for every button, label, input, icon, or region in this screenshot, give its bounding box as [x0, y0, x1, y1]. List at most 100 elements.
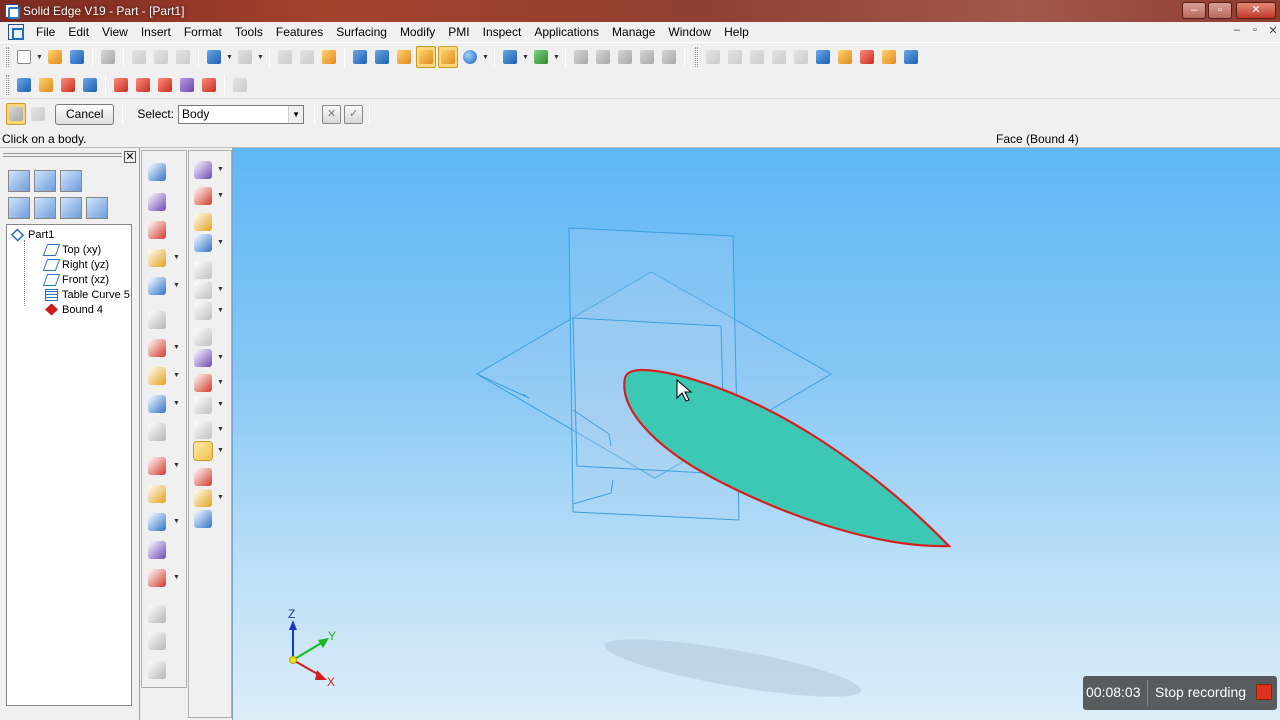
assembly-tool-2-button[interactable] — [725, 46, 745, 68]
family-of-parts-tab-icon[interactable] — [8, 197, 30, 219]
smart-select-button[interactable] — [319, 46, 339, 68]
stop-square-icon[interactable] — [1256, 684, 1272, 700]
surf-tool-4-button[interactable] — [80, 74, 100, 96]
feature-pathfinder-tab-icon[interactable] — [8, 170, 30, 192]
feature-tool-button[interactable] — [148, 569, 166, 587]
display-dropdown-icon[interactable]: ▼ — [522, 54, 530, 61]
tool-dropdown-icon[interactable]: ▼ — [173, 372, 180, 379]
surfacing-tool-button[interactable] — [194, 349, 212, 367]
feature-library-tab-icon[interactable] — [60, 170, 82, 192]
zoom-area-button[interactable] — [571, 46, 591, 68]
assembly-tool-1-button[interactable] — [703, 46, 723, 68]
redo-button[interactable] — [235, 46, 255, 68]
surf-tool-10-button[interactable] — [230, 74, 250, 96]
assembly-tool-5-button[interactable] — [791, 46, 811, 68]
view-iso-button[interactable] — [372, 46, 392, 68]
view-top-button[interactable] — [350, 46, 370, 68]
pmi-tool-3-button[interactable] — [857, 46, 877, 68]
surf-tool-8-button[interactable] — [177, 74, 197, 96]
surfacing-tool-button[interactable] — [194, 396, 212, 414]
menu-inspect[interactable]: Inspect — [477, 22, 529, 42]
menu-applications[interactable]: Applications — [528, 22, 606, 42]
surfacing-tool-button[interactable] — [194, 374, 212, 392]
menu-view[interactable]: View — [96, 22, 135, 42]
save-button[interactable] — [67, 46, 87, 68]
menu-format[interactable]: Format — [178, 22, 229, 42]
tool-dropdown-icon[interactable]: ▼ — [173, 518, 180, 525]
cut-button[interactable] — [129, 46, 149, 68]
surfacing-tool-button[interactable] — [194, 510, 212, 528]
menu-manage[interactable]: Manage — [606, 22, 662, 42]
feature-tool-button[interactable] — [148, 249, 166, 267]
tool-dropdown-icon[interactable]: ▼ — [217, 192, 224, 199]
accept-button[interactable]: ✓ — [344, 104, 364, 124]
tool-dropdown-icon[interactable]: ▼ — [217, 447, 224, 454]
refresh-button[interactable] — [531, 46, 551, 68]
feature-tool-button[interactable] — [148, 163, 166, 181]
undo-dropdown-icon[interactable]: ▼ — [226, 54, 234, 61]
open-button[interactable] — [45, 46, 65, 68]
tool-dropdown-icon[interactable]: ▼ — [173, 344, 180, 351]
menu-pmi[interactable]: PMI — [442, 22, 476, 42]
feature-tool-button[interactable] — [148, 485, 166, 503]
feature-tool-button[interactable] — [148, 367, 166, 385]
surfacing-tool-button[interactable] — [194, 421, 212, 439]
surfacing-tool-button[interactable] — [194, 234, 212, 252]
fit-button[interactable] — [615, 46, 635, 68]
menu-modify[interactable]: Modify — [394, 22, 442, 42]
feature-tool-button[interactable] — [148, 632, 166, 650]
surfacing-tool-button[interactable] — [194, 489, 212, 507]
tool-dropdown-icon[interactable]: ▼ — [217, 426, 224, 433]
feature-tool-button[interactable] — [148, 605, 166, 623]
assembly-tool-4-button[interactable] — [769, 46, 789, 68]
cancel-button[interactable]: Cancel — [55, 103, 115, 125]
tool-dropdown-icon[interactable]: ▼ — [173, 254, 180, 261]
doc-minimize-button[interactable]: – — [1228, 24, 1246, 36]
maximize-button[interactable]: ▫ — [1208, 2, 1232, 19]
feature-tool-button[interactable] — [148, 423, 166, 441]
feature-tool-button[interactable] — [148, 541, 166, 559]
surf-tool-7-button[interactable] — [155, 74, 175, 96]
menu-surfacing[interactable]: Surfacing — [330, 22, 394, 42]
surfacing-tool-button[interactable] — [194, 328, 212, 346]
surfacing-tool-button[interactable] — [194, 302, 212, 320]
tool-dropdown-icon[interactable]: ▼ — [217, 494, 224, 501]
feature-tool-button[interactable] — [148, 277, 166, 295]
tool-dropdown-icon[interactable]: ▼ — [217, 307, 224, 314]
toolbar-grip[interactable] — [695, 47, 698, 67]
whats-this-button[interactable] — [659, 46, 679, 68]
menu-window[interactable]: Window — [662, 22, 718, 42]
tree-item-table-curve[interactable]: Table Curve 5 — [45, 287, 130, 302]
paste-button[interactable] — [173, 46, 193, 68]
tool-dropdown-icon[interactable]: ▼ — [173, 400, 180, 407]
tool-dropdown-icon[interactable]: ▼ — [217, 286, 224, 293]
feature-tool-button[interactable] — [148, 221, 166, 239]
simplify-tab-icon[interactable] — [86, 197, 108, 219]
surfacing-tool-button[interactable] — [194, 281, 212, 299]
surfacing-tool-button[interactable] — [194, 213, 212, 231]
copy-button[interactable] — [151, 46, 171, 68]
feature-tool-button[interactable] — [148, 339, 166, 357]
shaded-edges-button[interactable] — [416, 46, 436, 68]
visible-edges-button[interactable] — [438, 46, 458, 68]
undo-button[interactable] — [204, 46, 224, 68]
pmi-tool-5-button[interactable] — [901, 46, 921, 68]
redo-dropdown-icon[interactable]: ▼ — [257, 54, 265, 61]
doc-restore-button[interactable]: ▫ — [1246, 24, 1264, 36]
tool-dropdown-icon[interactable]: ▼ — [217, 379, 224, 386]
tree-item-front-plane[interactable]: Front (xz) — [42, 272, 109, 287]
toolbar-grip[interactable] — [6, 47, 9, 67]
render-button[interactable] — [460, 46, 480, 68]
menu-features[interactable]: Features — [270, 22, 330, 42]
feature-tool-button[interactable] — [148, 457, 166, 475]
tool-dropdown-icon[interactable]: ▼ — [217, 239, 224, 246]
surf-tool-5-button[interactable] — [111, 74, 131, 96]
pmi-tool-1-button[interactable] — [813, 46, 833, 68]
tool-dropdown-icon[interactable]: ▼ — [217, 354, 224, 361]
surfacing-tool-button[interactable] — [193, 441, 213, 461]
doc-close-button[interactable]: ✕ — [1264, 24, 1280, 37]
feature-tool-button[interactable] — [148, 661, 166, 679]
surf-tool-9-button[interactable] — [199, 74, 219, 96]
tool-dropdown-icon[interactable]: ▼ — [217, 166, 224, 173]
tool-dropdown-icon[interactable]: ▼ — [173, 462, 180, 469]
